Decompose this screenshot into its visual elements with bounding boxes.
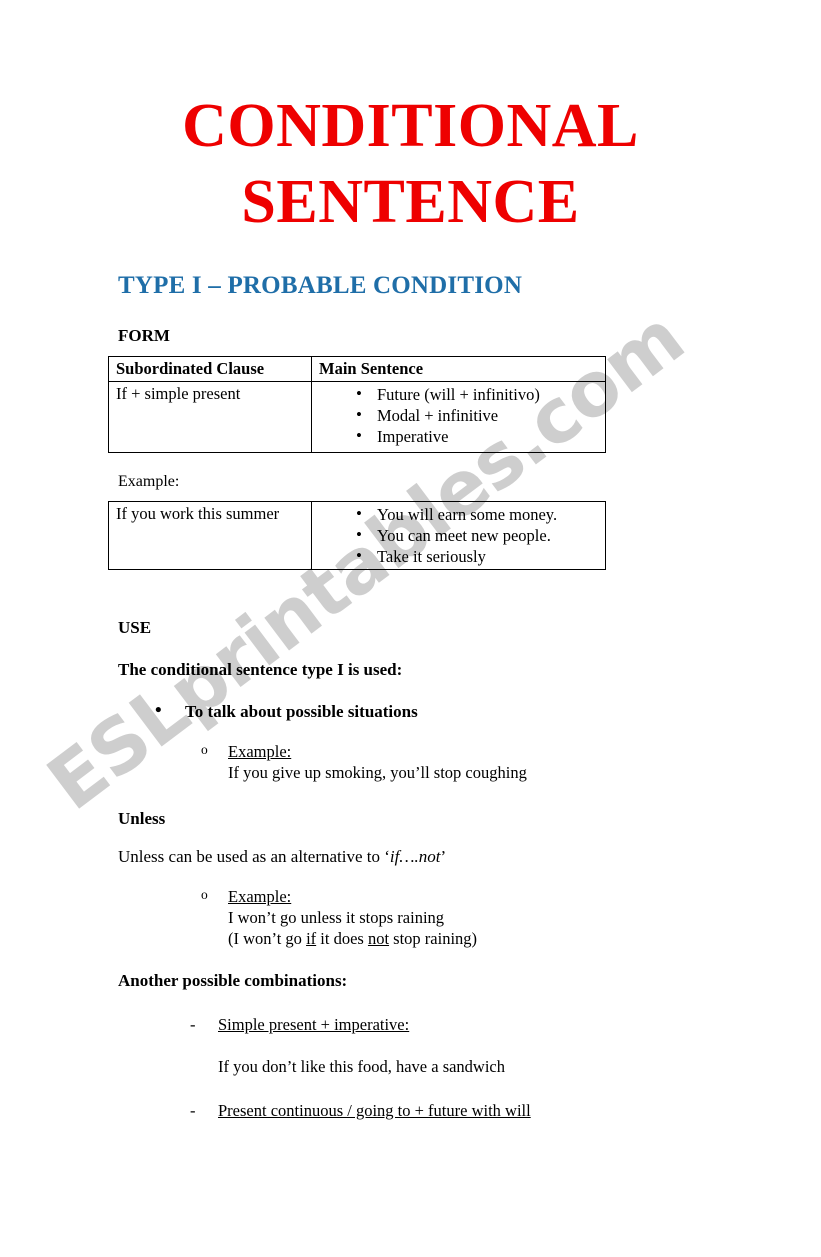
unless-description-before: Unless can be used as an alternative to … bbox=[118, 847, 390, 866]
main-sentence-bullet-list: Future (will + infinitivo) Modal + infin… bbox=[319, 383, 599, 447]
unless-example-line-1: I won’t go unless it stops raining bbox=[228, 908, 445, 927]
cell-example-main: You will earn some money. You can meet n… bbox=[311, 501, 606, 570]
example-label: Example: bbox=[118, 473, 180, 490]
unless-description-italic: if….not bbox=[389, 847, 441, 866]
list-item: Imperative bbox=[319, 425, 599, 447]
example-table: If you work this summer You will earn so… bbox=[108, 501, 606, 570]
list-item: You can meet new people. bbox=[319, 524, 599, 546]
form-table: Subordinated Clause Main Sentence If + s… bbox=[108, 356, 606, 453]
combination-item-2: Present continuous / going to + future w… bbox=[188, 1101, 821, 1121]
table-row: If + simple present Future (will + infin… bbox=[108, 381, 606, 453]
unless-example-line-2-part-1: (I won’t go bbox=[228, 929, 307, 948]
table-header-row: Subordinated Clause Main Sentence bbox=[108, 356, 606, 382]
unless-description: Unless can be used as an alternative to … bbox=[118, 847, 821, 867]
form-heading: FORM bbox=[118, 326, 170, 345]
combination-item-2-label: Present continuous / going to + future w… bbox=[218, 1101, 531, 1120]
page-title-line-2: SENTENCE bbox=[241, 168, 580, 236]
use-lead-text: The conditional sentence type I is used: bbox=[118, 660, 403, 679]
unless-example-underline-if: if bbox=[306, 929, 317, 948]
list-item: Modal + infinitive bbox=[319, 404, 599, 426]
section-subtitle: TYPE I – PROBABLE CONDITION bbox=[118, 272, 523, 299]
cell-main-sentence: Future (will + infinitivo) Modal + infin… bbox=[311, 381, 606, 453]
use-example-label: Example: bbox=[228, 742, 292, 761]
unless-example-line-2-part-2: it does bbox=[316, 929, 368, 948]
unless-example-block: Example: I won’t go unless it stops rain… bbox=[200, 887, 821, 949]
list-item: You will earn some money. bbox=[319, 503, 599, 525]
column-header-main-sentence: Main Sentence bbox=[311, 356, 606, 382]
unless-example-underline-not: not bbox=[367, 929, 390, 948]
use-example-block: Example: If you give up smoking, you’ll … bbox=[200, 742, 821, 783]
worksheet-page: CONDITIONAL SENTENCE TYPE I – PROBABLE C… bbox=[0, 88, 821, 1257]
example-bullet-list: You will earn some money. You can meet n… bbox=[319, 503, 599, 567]
combination-item-1: Simple present + imperative: bbox=[188, 1015, 821, 1035]
cell-example-clause: If you work this summer bbox=[108, 501, 312, 570]
cell-subordinated-clause: If + simple present bbox=[108, 381, 312, 453]
unless-heading: Unless bbox=[118, 809, 166, 828]
use-bullet-item: To talk about possible situations bbox=[155, 700, 821, 722]
table-row: If you work this summer You will earn so… bbox=[108, 501, 606, 570]
use-example-sentence: If you give up smoking, you’ll stop coug… bbox=[228, 763, 527, 782]
page-title-line-1: CONDITIONAL bbox=[182, 92, 639, 160]
unless-description-after: ’ bbox=[440, 847, 447, 866]
combination-item-1-example: If you don’t like this food, have a sand… bbox=[218, 1057, 506, 1076]
list-item: Future (will + infinitivo) bbox=[319, 383, 599, 405]
column-header-subordinated-clause: Subordinated Clause bbox=[108, 356, 312, 382]
unless-example-line-2-part-3: stop raining) bbox=[389, 929, 478, 948]
unless-example-line-2: (I won’t go if it does not stop raining) bbox=[228, 929, 821, 949]
page-title: CONDITIONAL SENTENCE bbox=[0, 88, 821, 240]
list-item: Take it seriously bbox=[319, 545, 599, 567]
unless-example-label: Example: bbox=[228, 887, 292, 906]
combination-item-1-label: Simple present + imperative: bbox=[218, 1015, 410, 1034]
combinations-heading: Another possible combinations: bbox=[118, 971, 348, 990]
use-heading: USE bbox=[118, 618, 152, 637]
